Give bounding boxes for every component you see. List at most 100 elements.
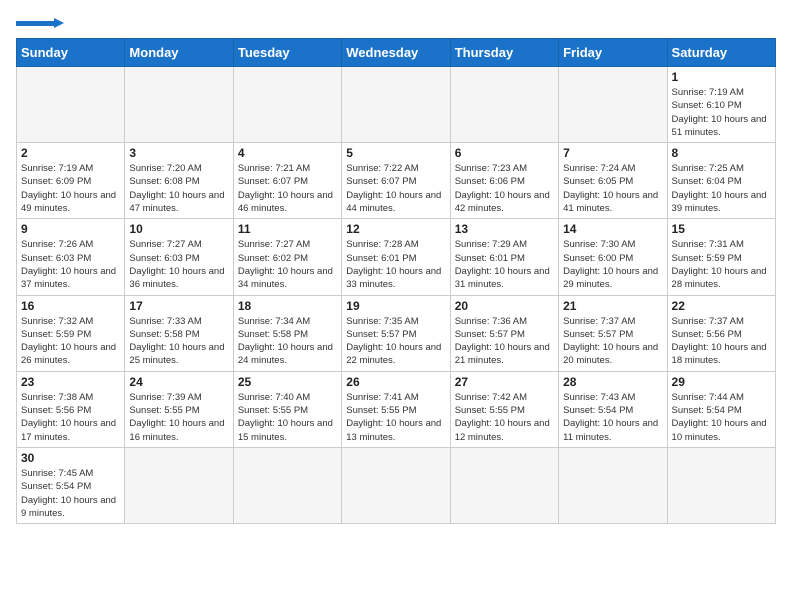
day-info: Sunrise: 7:27 AM Sunset: 6:03 PM Dayligh…	[129, 238, 228, 291]
calendar-cell: 8 Sunrise: 7:25 AM Sunset: 6:04 PM Daylig…	[667, 143, 775, 219]
weekday-header-wednesday: Wednesday	[342, 39, 450, 67]
week-row-3: 16Sunrise: 7:32 AM Sunset: 5:59 PM Dayli…	[17, 295, 776, 371]
calendar-cell: 17Sunrise: 7:33 AM Sunset: 5:58 PM Dayli…	[125, 295, 233, 371]
calendar-cell: 9 Sunrise: 7:26 AM Sunset: 6:03 PM Daylig…	[17, 219, 125, 295]
day-number: 3	[129, 146, 228, 160]
day-info: Sunrise: 7:34 AM Sunset: 5:58 PM Dayligh…	[238, 315, 337, 368]
day-info: Sunrise: 7:43 AM Sunset: 5:54 PM Dayligh…	[563, 391, 662, 444]
day-info: Sunrise: 7:29 AM Sunset: 6:01 PM Dayligh…	[455, 238, 554, 291]
calendar-cell: 13Sunrise: 7:29 AM Sunset: 6:01 PM Dayli…	[450, 219, 558, 295]
day-info: Sunrise: 7:19 AM Sunset: 6:10 PM Dayligh…	[672, 86, 771, 139]
day-info: Sunrise: 7:30 AM Sunset: 6:00 PM Dayligh…	[563, 238, 662, 291]
week-row-4: 23 Sunrise: 7:38 AM Sunset: 5:56 PM Dayli…	[17, 371, 776, 447]
calendar-cell: 7Sunrise: 7:24 AM Sunset: 6:05 PM Daylig…	[559, 143, 667, 219]
day-info: Sunrise: 7:31 AM Sunset: 5:59 PM Dayligh…	[672, 238, 771, 291]
calendar-cell: 19 Sunrise: 7:35 AM Sunset: 5:57 PM Dayli…	[342, 295, 450, 371]
calendar-cell: 15Sunrise: 7:31 AM Sunset: 5:59 PM Dayli…	[667, 219, 775, 295]
day-info: Sunrise: 7:35 AM Sunset: 5:57 PM Dayligh…	[346, 315, 445, 368]
logo	[16, 16, 64, 28]
weekday-header-tuesday: Tuesday	[233, 39, 341, 67]
weekday-header-friday: Friday	[559, 39, 667, 67]
calendar-cell: 11 Sunrise: 7:27 AM Sunset: 6:02 PM Dayli…	[233, 219, 341, 295]
calendar-cell: 4Sunrise: 7:21 AM Sunset: 6:07 PM Daylig…	[233, 143, 341, 219]
day-info: Sunrise: 7:42 AM Sunset: 5:55 PM Dayligh…	[455, 391, 554, 444]
day-number: 24	[129, 375, 228, 389]
page-header	[16, 16, 776, 28]
day-number: 21	[563, 299, 662, 313]
calendar-cell	[125, 447, 233, 523]
day-info: Sunrise: 7:40 AM Sunset: 5:55 PM Dayligh…	[238, 391, 337, 444]
calendar-cell: 14Sunrise: 7:30 AM Sunset: 6:00 PM Dayli…	[559, 219, 667, 295]
day-info: Sunrise: 7:23 AM Sunset: 6:06 PM Dayligh…	[455, 162, 554, 215]
calendar-cell: 23 Sunrise: 7:38 AM Sunset: 5:56 PM Dayli…	[17, 371, 125, 447]
day-info: Sunrise: 7:37 AM Sunset: 5:56 PM Dayligh…	[672, 315, 771, 368]
day-info: Sunrise: 7:26 AM Sunset: 6:03 PM Dayligh…	[21, 238, 120, 291]
calendar-cell: 18 Sunrise: 7:34 AM Sunset: 5:58 PM Dayli…	[233, 295, 341, 371]
calendar-header-row: SundayMondayTuesdayWednesdayThursdayFrid…	[17, 39, 776, 67]
week-row-0: 1 Sunrise: 7:19 AM Sunset: 6:10 PM Daylig…	[17, 67, 776, 143]
day-number: 19	[346, 299, 445, 313]
day-number: 8	[672, 146, 771, 160]
day-info: Sunrise: 7:25 AM Sunset: 6:04 PM Dayligh…	[672, 162, 771, 215]
day-info: Sunrise: 7:20 AM Sunset: 6:08 PM Dayligh…	[129, 162, 228, 215]
calendar-cell: 1 Sunrise: 7:19 AM Sunset: 6:10 PM Daylig…	[667, 67, 775, 143]
calendar-cell	[559, 447, 667, 523]
calendar-cell	[450, 67, 558, 143]
day-info: Sunrise: 7:44 AM Sunset: 5:54 PM Dayligh…	[672, 391, 771, 444]
logo-arrow	[54, 18, 64, 28]
day-info: Sunrise: 7:36 AM Sunset: 5:57 PM Dayligh…	[455, 315, 554, 368]
day-number: 16	[21, 299, 120, 313]
calendar-cell: 20 Sunrise: 7:36 AM Sunset: 5:57 PM Dayli…	[450, 295, 558, 371]
day-number: 25	[238, 375, 337, 389]
calendar-cell: 2 Sunrise: 7:19 AM Sunset: 6:09 PM Daylig…	[17, 143, 125, 219]
day-info: Sunrise: 7:38 AM Sunset: 5:56 PM Dayligh…	[21, 391, 120, 444]
day-number: 28	[563, 375, 662, 389]
calendar-cell: 24 Sunrise: 7:39 AM Sunset: 5:55 PM Dayli…	[125, 371, 233, 447]
calendar-cell	[667, 447, 775, 523]
calendar-cell: 22 Sunrise: 7:37 AM Sunset: 5:56 PM Dayli…	[667, 295, 775, 371]
calendar-cell	[125, 67, 233, 143]
day-number: 1	[672, 70, 771, 84]
calendar-cell: 10Sunrise: 7:27 AM Sunset: 6:03 PM Dayli…	[125, 219, 233, 295]
day-number: 29	[672, 375, 771, 389]
logo-bar-blue	[16, 21, 54, 26]
day-number: 26	[346, 375, 445, 389]
day-number: 2	[21, 146, 120, 160]
day-number: 12	[346, 222, 445, 236]
week-row-2: 9 Sunrise: 7:26 AM Sunset: 6:03 PM Daylig…	[17, 219, 776, 295]
day-info: Sunrise: 7:39 AM Sunset: 5:55 PM Dayligh…	[129, 391, 228, 444]
calendar-cell: 30Sunrise: 7:45 AM Sunset: 5:54 PM Dayli…	[17, 447, 125, 523]
day-number: 6	[455, 146, 554, 160]
day-number: 18	[238, 299, 337, 313]
week-row-5: 30Sunrise: 7:45 AM Sunset: 5:54 PM Dayli…	[17, 447, 776, 523]
week-row-1: 2 Sunrise: 7:19 AM Sunset: 6:09 PM Daylig…	[17, 143, 776, 219]
calendar-cell: 29 Sunrise: 7:44 AM Sunset: 5:54 PM Dayli…	[667, 371, 775, 447]
day-number: 4	[238, 146, 337, 160]
day-info: Sunrise: 7:27 AM Sunset: 6:02 PM Dayligh…	[238, 238, 337, 291]
calendar-cell: 28 Sunrise: 7:43 AM Sunset: 5:54 PM Dayli…	[559, 371, 667, 447]
calendar-cell: 12Sunrise: 7:28 AM Sunset: 6:01 PM Dayli…	[342, 219, 450, 295]
weekday-header-monday: Monday	[125, 39, 233, 67]
calendar-cell	[450, 447, 558, 523]
day-number: 22	[672, 299, 771, 313]
calendar-cell: 25 Sunrise: 7:40 AM Sunset: 5:55 PM Dayli…	[233, 371, 341, 447]
calendar-cell	[342, 67, 450, 143]
day-info: Sunrise: 7:22 AM Sunset: 6:07 PM Dayligh…	[346, 162, 445, 215]
day-number: 11	[238, 222, 337, 236]
calendar-cell	[559, 67, 667, 143]
day-number: 20	[455, 299, 554, 313]
day-number: 27	[455, 375, 554, 389]
weekday-header-thursday: Thursday	[450, 39, 558, 67]
day-info: Sunrise: 7:24 AM Sunset: 6:05 PM Dayligh…	[563, 162, 662, 215]
calendar-cell: 27 Sunrise: 7:42 AM Sunset: 5:55 PM Dayli…	[450, 371, 558, 447]
day-number: 9	[21, 222, 120, 236]
calendar-cell: 5Sunrise: 7:22 AM Sunset: 6:07 PM Daylig…	[342, 143, 450, 219]
day-info: Sunrise: 7:19 AM Sunset: 6:09 PM Dayligh…	[21, 162, 120, 215]
calendar-cell: 16Sunrise: 7:32 AM Sunset: 5:59 PM Dayli…	[17, 295, 125, 371]
calendar-cell: 6 Sunrise: 7:23 AM Sunset: 6:06 PM Daylig…	[450, 143, 558, 219]
day-info: Sunrise: 7:33 AM Sunset: 5:58 PM Dayligh…	[129, 315, 228, 368]
day-number: 23	[21, 375, 120, 389]
calendar-cell: 26Sunrise: 7:41 AM Sunset: 5:55 PM Dayli…	[342, 371, 450, 447]
calendar-cell	[233, 67, 341, 143]
day-info: Sunrise: 7:45 AM Sunset: 5:54 PM Dayligh…	[21, 467, 120, 520]
